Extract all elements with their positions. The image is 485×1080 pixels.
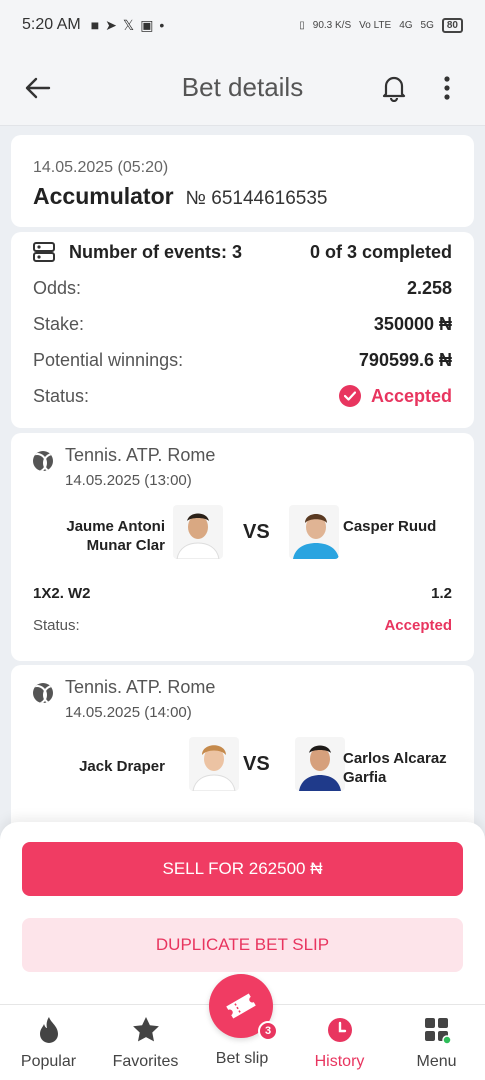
more-options-button[interactable] [432,72,462,104]
player2-name: Carlos Alcaraz Garfia [343,750,447,786]
nav-favorites[interactable]: Favorites [97,1005,194,1080]
potential-label: Potential winnings: [33,349,184,370]
event-header: Tennis. ATP. Rome 14.05.2025 (13:00) [33,445,452,489]
nav-popular-label: Popular [20,1053,77,1070]
event-date: 14.05.2025 (14:00) [65,704,192,721]
completed-count: 0 of 3 completed [309,241,452,262]
nav-menu-label: Menu [416,1053,457,1070]
event-status-value: Accepted [384,616,452,634]
player1-name: Jack Draper [79,758,165,775]
more-vertical-icon [444,76,450,100]
nav-history-label: History [314,1053,365,1070]
odds-value: 2.258 [406,277,452,298]
status-bar: 5:20 AM ■ ➤ 𝕏 ▣ • ▯ 90.3 K/S Vo LTE 4G 5… [0,0,485,50]
flame-icon [34,1015,64,1045]
nav-favorites-label: Favorites [112,1053,179,1070]
x-icon: 𝕏 [122,16,135,33]
notification-icons: ■ ➤ 𝕏 ▣ • [91,17,165,34]
event-status-label: Status: [33,616,80,634]
event-odds: 1.2 [431,584,452,602]
app-header: Bet details [0,50,485,126]
star-icon [131,1015,161,1045]
vs-label: VS [243,753,270,775]
dot-icon: • [159,17,165,33]
events-row: Number of events: 3 0 of 3 completed [33,234,452,270]
signal-5g: 5G [420,19,434,31]
bet-type: Accumulator [33,183,174,209]
stake-value: 350000 ₦ [373,313,452,334]
battery-icon: 80 [441,17,463,33]
office-icon: ▣ [140,16,154,33]
nav-popular[interactable]: Popular [0,1005,97,1080]
matchup: Jack Draper VS Carlos Alcaraz Garfia [33,735,452,815]
bet-summary-card: Number of events: 3 0 of 3 completed Odd… [11,232,474,428]
nav-history[interactable]: History [291,1005,388,1080]
events-count-label: Number of events: 3 [69,241,243,262]
odds-row: Odds: 2.258 [33,270,452,306]
event-league: Tennis. ATP. Rome [65,445,216,465]
clock-icon [325,1015,355,1045]
check-circle-icon [338,385,361,407]
vibrate-icon: ▯ [299,19,305,31]
market-label: 1X2. W2 [33,584,91,602]
player1-avatar [173,505,223,559]
status-value: Accepted [370,385,452,406]
grid-menu-icon [422,1015,452,1045]
bet-header-card: 14.05.2025 (05:20) Accumulator № 6514461… [11,135,474,227]
nav-menu[interactable]: Menu [388,1005,485,1080]
player2-avatar [289,505,339,559]
tennis-ball-icon [33,683,53,703]
event-card[interactable]: Tennis. ATP. Rome 14.05.2025 (13:00) Jau… [11,433,474,661]
system-icons: ▯ 90.3 K/S Vo LTE 4G 5G 80 [299,17,463,33]
stake-row: Stake: 350000 ₦ [33,306,452,342]
page-title: Bet details [181,72,304,102]
signal-4g: 4G [399,19,413,31]
potential-row: Potential winnings: 790599.6 ₦ [33,342,452,378]
player1-name: Jaume Antoni Munar Clar [66,518,165,554]
event-header: Tennis. ATP. Rome 14.05.2025 (14:00) [33,677,452,721]
status-badge: Accepted [338,385,452,407]
telegram-icon: ➤ [105,16,117,33]
odds-label: Odds: [33,277,82,298]
event-date: 14.05.2025 (13:00) [65,472,192,489]
status-row: Status: Accepted [33,378,452,414]
vs-label: VS [243,521,270,543]
status-label: Status: [33,385,90,406]
list-icon [33,242,55,262]
volte-label: Vo LTE [359,19,392,31]
matchup: Jaume Antoni Munar Clar VS Casper Ruud [33,503,452,583]
player2-name: Casper Ruud [343,518,437,535]
bet-title-line: Accumulator № 65144616535 [33,183,452,210]
nav-betslip-label: Bet slip [215,1050,269,1067]
duplicate-bet-slip-button[interactable]: DUPLICATE BET SLIP [22,918,463,972]
player2-avatar [295,737,345,791]
event-status-row: Status: Accepted [33,609,452,641]
potential-value: 790599.6 ₦ [358,349,452,370]
ticket-icon [226,993,256,1019]
event-league: Tennis. ATP. Rome [65,677,216,697]
bet-number: № 65144616535 [185,188,328,209]
sell-button[interactable]: SELL FOR 262500 ₦ [22,842,463,896]
status-time: 5:20 AM [22,16,81,33]
player1-avatar [189,737,239,791]
net-speed: 90.3 K/S [312,19,352,31]
stake-label: Stake: [33,313,85,334]
betslip-count-badge: 3 [258,1021,278,1041]
bet-date: 14.05.2025 (05:20) [33,159,169,176]
app-square-icon: ■ [90,17,100,33]
tennis-ball-icon [33,451,53,471]
bell-icon [382,76,406,102]
notifications-button[interactable] [378,72,410,104]
events-count: Number of events: 3 [33,242,242,263]
